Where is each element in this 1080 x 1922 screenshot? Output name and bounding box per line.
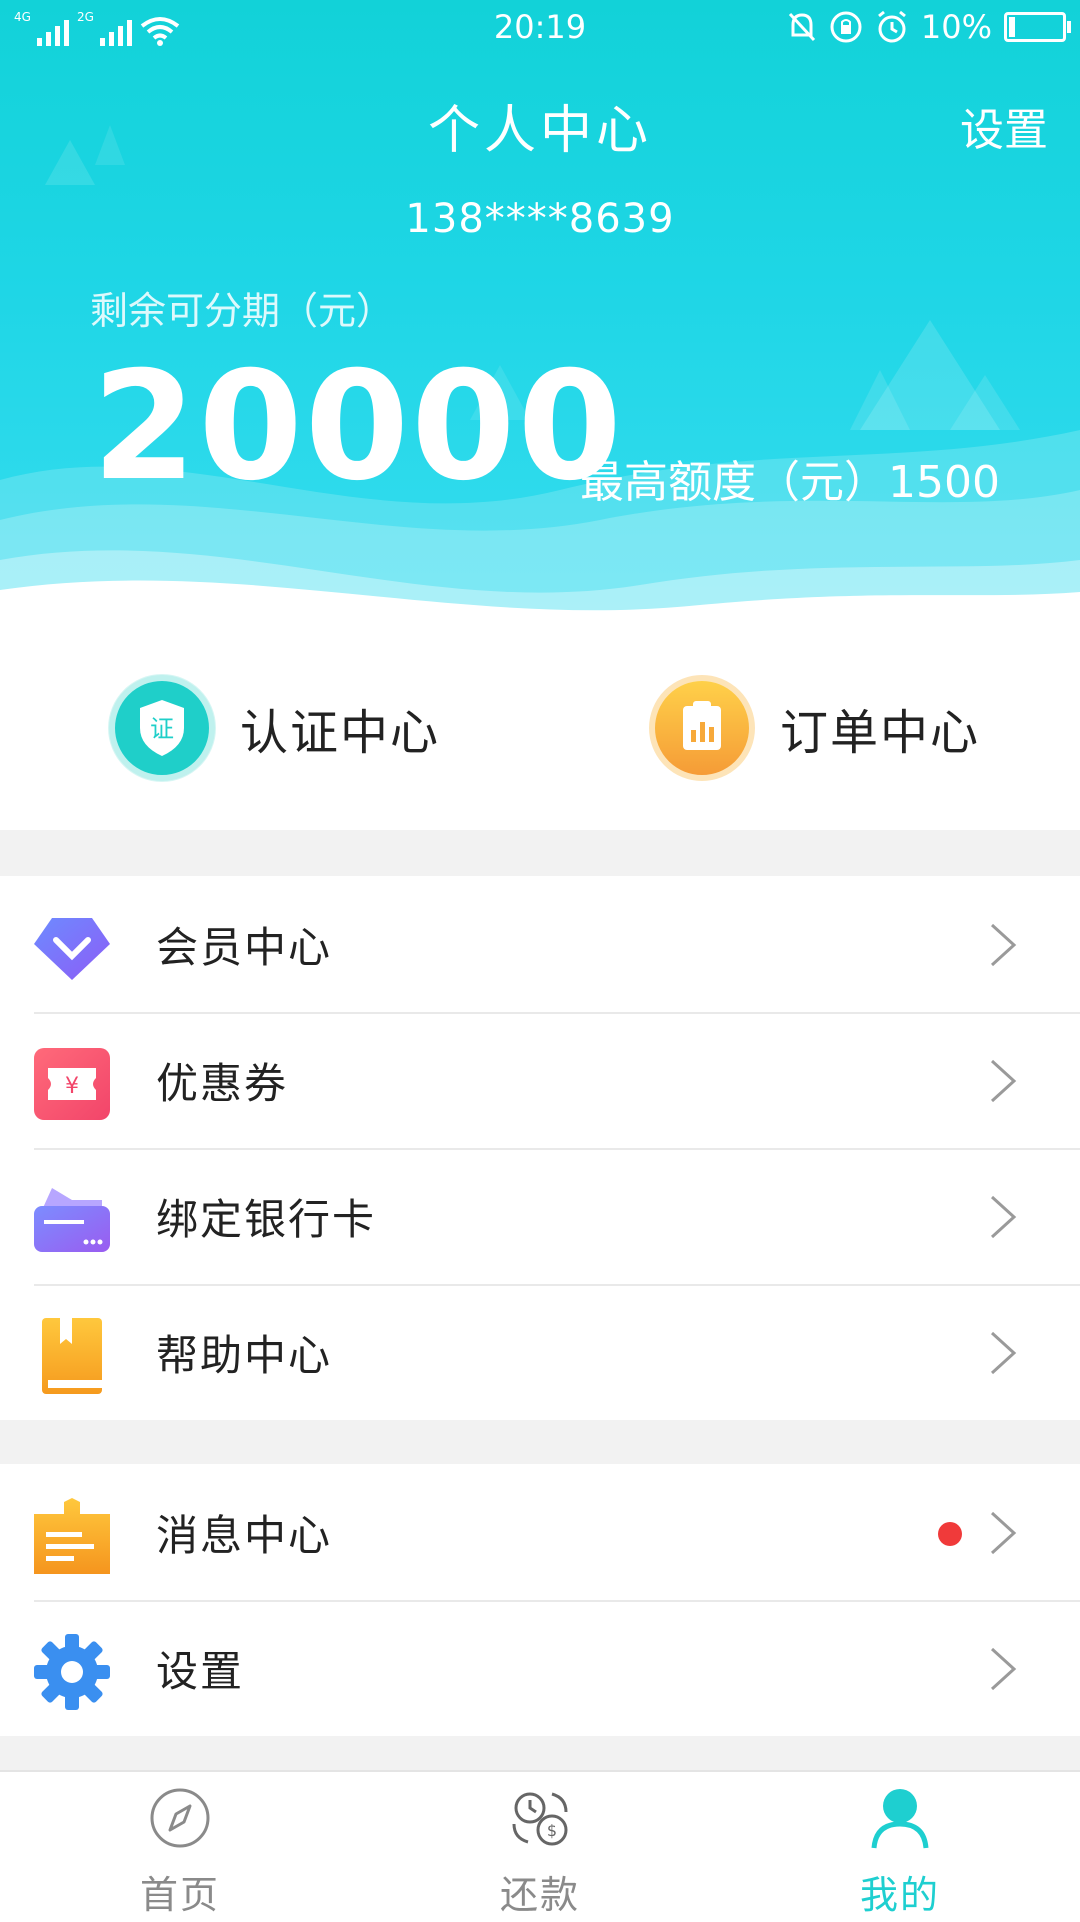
book-icon	[42, 1318, 102, 1394]
menu-item-label: 设置	[156, 1646, 245, 1696]
tab-home[interactable]: 首页	[80, 1786, 280, 1917]
battery-percent: 10%	[920, 8, 992, 46]
tab-label: 我的	[859, 1873, 940, 1917]
svg-text:¥: ¥	[65, 1074, 79, 1099]
bank-card-icon	[34, 1188, 110, 1252]
status-right-icons: 10%	[787, 8, 1071, 46]
tab-label: 还款	[499, 1873, 580, 1917]
menu-item-label: 绑定银行卡	[156, 1194, 377, 1244]
bell-muted-icon	[788, 12, 815, 42]
chevron-right-icon	[990, 1647, 1017, 1691]
diamond-icon	[34, 918, 110, 980]
max-limit: 最高额度（元）1500	[580, 457, 1000, 508]
svg-text:证: 证	[150, 715, 174, 743]
message-icon	[34, 1498, 110, 1574]
menu-item-label: 帮助中心	[156, 1330, 333, 1380]
repay-clock-icon: $	[512, 1792, 568, 1846]
menu-item-settings[interactable]: 设置	[0, 1600, 1080, 1736]
page-title: 个人中心	[427, 101, 652, 161]
battery-icon	[1004, 12, 1071, 42]
chevron-right-icon	[990, 1059, 1017, 1103]
menu-item-label: 优惠券	[156, 1058, 289, 1108]
profile-header: 4G 2G 20:19 10% 个人中心 设置 138****8639 剩余可分…	[0, 0, 1080, 650]
remaining-installment-amount: 20000	[92, 340, 624, 514]
alarm-icon	[877, 10, 906, 43]
certification-center-button[interactable]: 证 认证中心	[108, 668, 440, 788]
shield-cert-icon: 证	[108, 674, 216, 782]
quick-action-label: 订单中心	[780, 705, 981, 761]
tab-label: 首页	[139, 1873, 220, 1917]
menu-item-coupons[interactable]: ¥ 优惠券	[0, 1012, 1080, 1148]
menu-group-system: 消息中心 设置	[0, 1464, 1080, 1736]
remaining-installment-label: 剩余可分期（元）	[90, 289, 395, 333]
menu-group-account: 会员中心 ¥ 优惠券 绑定银行卡 帮助中心	[0, 876, 1080, 1420]
user-icon	[871, 1789, 929, 1849]
menu-item-help-center[interactable]: 帮助中心	[0, 1284, 1080, 1420]
bottom-tab-bar: 首页 $ 还款 我的	[0, 1770, 1080, 1922]
coupon-icon: ¥	[34, 1048, 110, 1120]
header-settings-button[interactable]: 设置	[960, 94, 1048, 158]
tab-repay[interactable]: $ 还款	[440, 1786, 640, 1917]
order-center-button[interactable]: 订单中心	[648, 668, 980, 788]
quick-actions: 证 认证中心 订单中心	[0, 650, 1080, 830]
compass-icon	[150, 1788, 210, 1848]
menu-item-label: 消息中心	[156, 1510, 333, 1560]
quick-action-label: 认证中心	[240, 705, 441, 761]
chevron-right-icon	[990, 1511, 1017, 1555]
gear-icon	[34, 1634, 110, 1710]
svg-text:$: $	[547, 1821, 557, 1840]
status-bar: 4G 2G 20:19 10%	[0, 0, 1080, 56]
chevron-right-icon	[990, 1331, 1017, 1375]
user-phone: 138****8639	[405, 196, 675, 242]
unread-dot	[938, 1522, 962, 1546]
clipboard-chart-icon	[648, 674, 756, 782]
menu-item-message-center[interactable]: 消息中心	[0, 1464, 1080, 1600]
rotation-lock-icon	[830, 11, 862, 43]
tab-mine[interactable]: 我的	[800, 1786, 1000, 1917]
menu-item-membership[interactable]: 会员中心	[0, 876, 1080, 1012]
menu-item-label: 会员中心	[156, 922, 333, 972]
chevron-right-icon	[990, 923, 1017, 967]
chevron-right-icon	[990, 1195, 1017, 1239]
menu-item-bind-bank-card[interactable]: 绑定银行卡	[0, 1148, 1080, 1284]
